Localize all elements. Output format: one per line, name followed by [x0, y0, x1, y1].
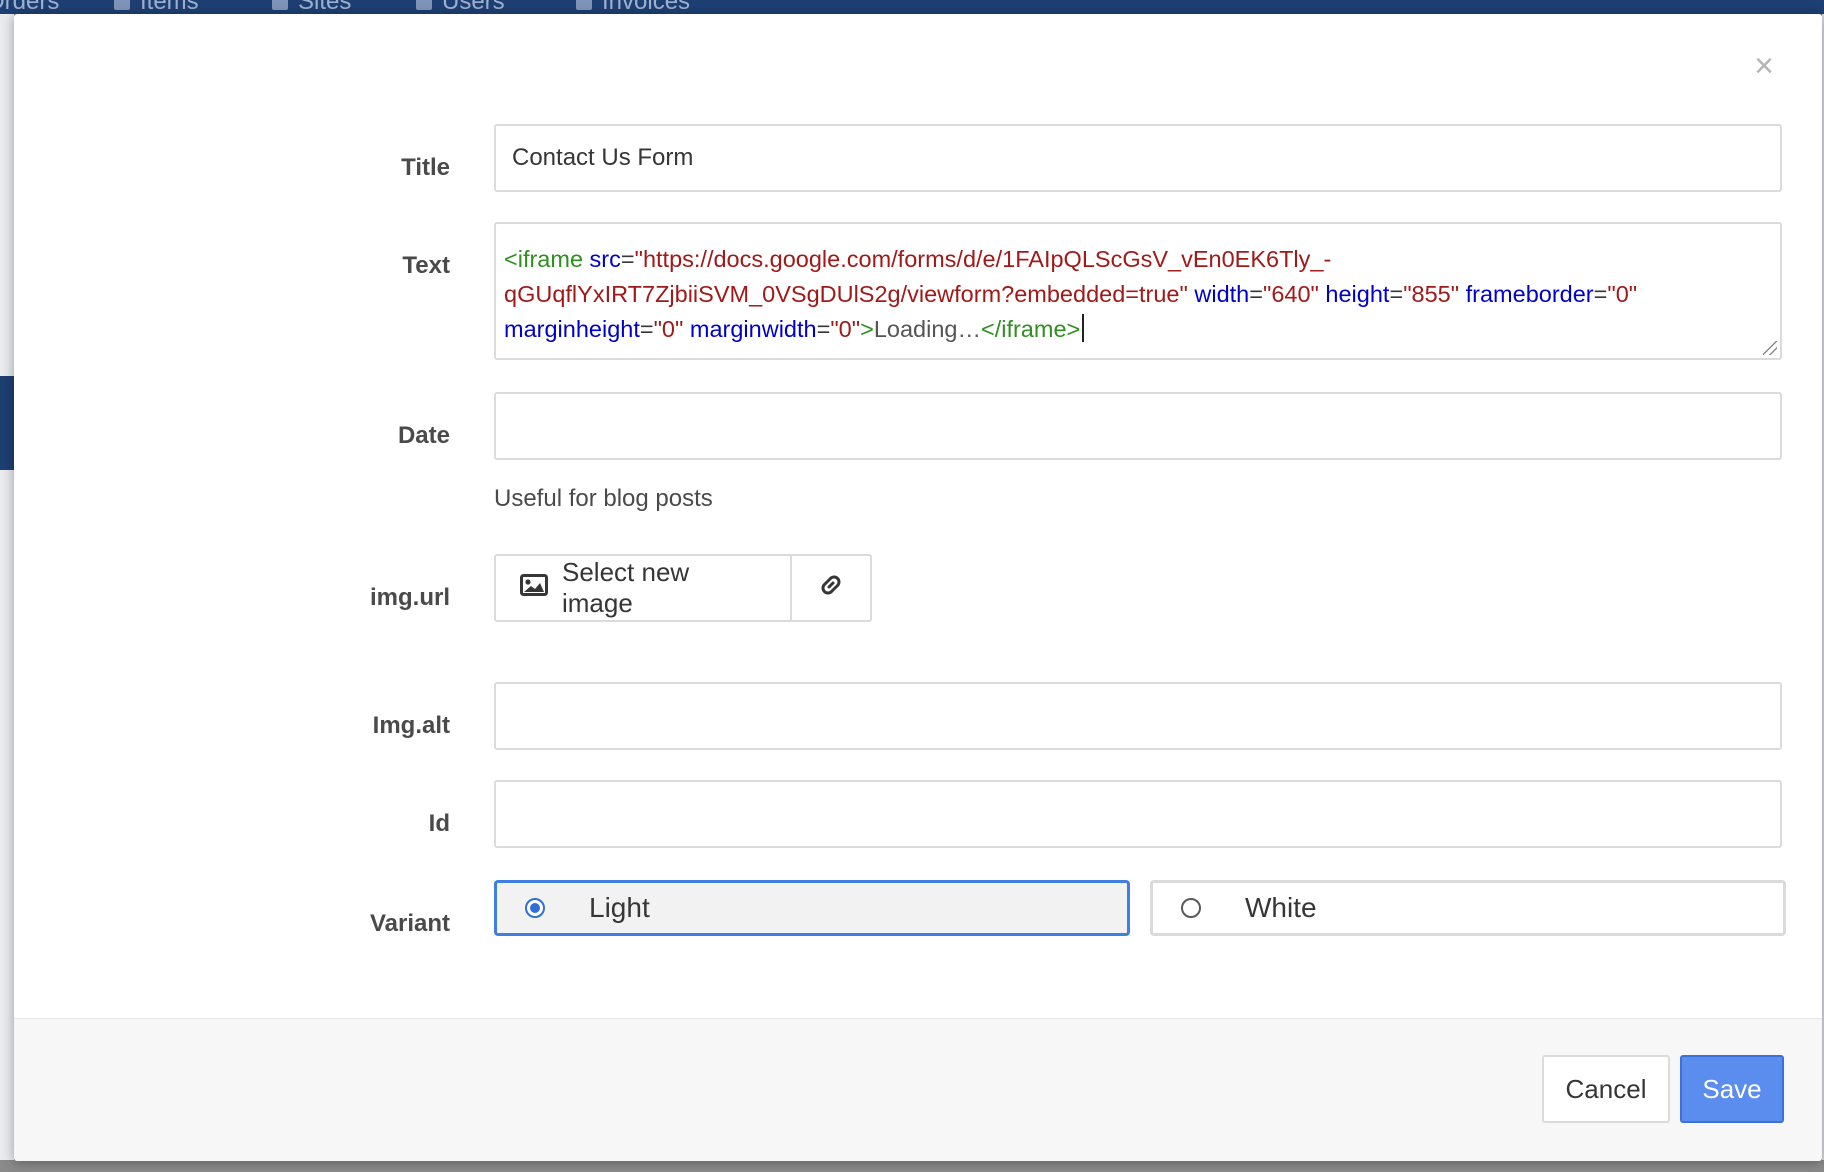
modal-footer: Cancel Save [14, 1018, 1822, 1161]
code-val-frameborder: "0" [1607, 281, 1638, 307]
nav-item-items: Items [114, 0, 199, 14]
variant-option-white[interactable]: White [1150, 880, 1786, 936]
variant-option-light[interactable]: Light [494, 880, 1130, 936]
nav-item-sites: Sites [272, 0, 351, 14]
background-sidebar-active [0, 376, 14, 470]
edit-modal: × Title Contact Us Form Text <iframe src… [14, 14, 1822, 1161]
variant-option-light-label: Light [589, 892, 650, 923]
items-icon [114, 0, 130, 10]
nav-item-orders: Orders [0, 0, 60, 14]
select-new-image-label: Select new image [562, 557, 690, 618]
title-input-value: Contact Us Form [512, 144, 694, 171]
img-url-label: img.url [369, 584, 450, 611]
resize-handle[interactable] [1763, 341, 1777, 355]
code-attr-src: src [589, 246, 621, 272]
text-textarea[interactable]: <iframe src="https://docs.google.com/for… [494, 222, 1782, 360]
invoices-icon [576, 0, 592, 10]
background-navbar: Orders Items Sites Users Invoices [0, 0, 1824, 14]
variant-option-white-label: White [1245, 892, 1317, 923]
radio-checked-icon [525, 898, 545, 918]
title-label: Title [401, 154, 450, 181]
img-url-button-group: Select new image [494, 554, 872, 622]
cancel-button[interactable]: Cancel [1542, 1055, 1670, 1123]
date-label: Date [397, 422, 450, 449]
text-caret [1082, 314, 1085, 342]
code-inner-text: Loading… [873, 316, 981, 342]
radio-unchecked-icon [1181, 898, 1201, 918]
img-alt-input[interactable] [494, 682, 1782, 750]
text-label: Text [402, 252, 450, 279]
code-val-height: "855" [1403, 281, 1460, 307]
select-new-image-button[interactable]: Select new image [494, 554, 792, 622]
image-icon [520, 573, 548, 604]
title-input[interactable]: Contact Us Form [494, 124, 1782, 192]
background-sidebar [0, 14, 14, 1172]
code-val-src-1: "https://docs.google.com/forms/d/e/1FAIp… [634, 246, 1332, 272]
close-icon[interactable]: × [1746, 48, 1782, 84]
nav-item-users: Users [416, 0, 505, 14]
code-attr-frameborder: frameborder [1465, 281, 1594, 307]
save-button[interactable]: Save [1680, 1055, 1784, 1123]
sites-icon [272, 0, 288, 10]
code-val-marginheight: "0" [653, 316, 684, 342]
code-gt: > [860, 316, 874, 342]
code-open-tag: <iframe [504, 246, 584, 272]
users-icon [416, 0, 432, 10]
code-attr-height: height [1325, 281, 1390, 307]
link-icon [816, 570, 846, 607]
variant-label: Variant [369, 910, 450, 937]
nav-item-invoices: Invoices [576, 0, 690, 14]
code-close-tag: </iframe> [980, 316, 1081, 342]
code-val-src-2: qGUqflYxIRT7ZjbiiSVM_0VSgDUlS2g/viewform… [504, 281, 1188, 307]
code-val-width: "640" [1262, 281, 1319, 307]
code-val-marginwidth: "0" [830, 316, 861, 342]
code-attr-width: width [1194, 281, 1250, 307]
code-attr-marginwidth: marginwidth [689, 316, 817, 342]
img-alt-label: Img.alt [372, 712, 450, 739]
link-button[interactable] [792, 554, 872, 622]
date-help-text: Useful for blog posts [494, 485, 713, 512]
background-bottom [0, 1160, 1824, 1172]
date-input[interactable] [494, 392, 1782, 460]
id-label: Id [428, 810, 450, 837]
code-attr-marginheight: marginheight [504, 316, 640, 342]
id-input[interactable] [494, 780, 1782, 848]
